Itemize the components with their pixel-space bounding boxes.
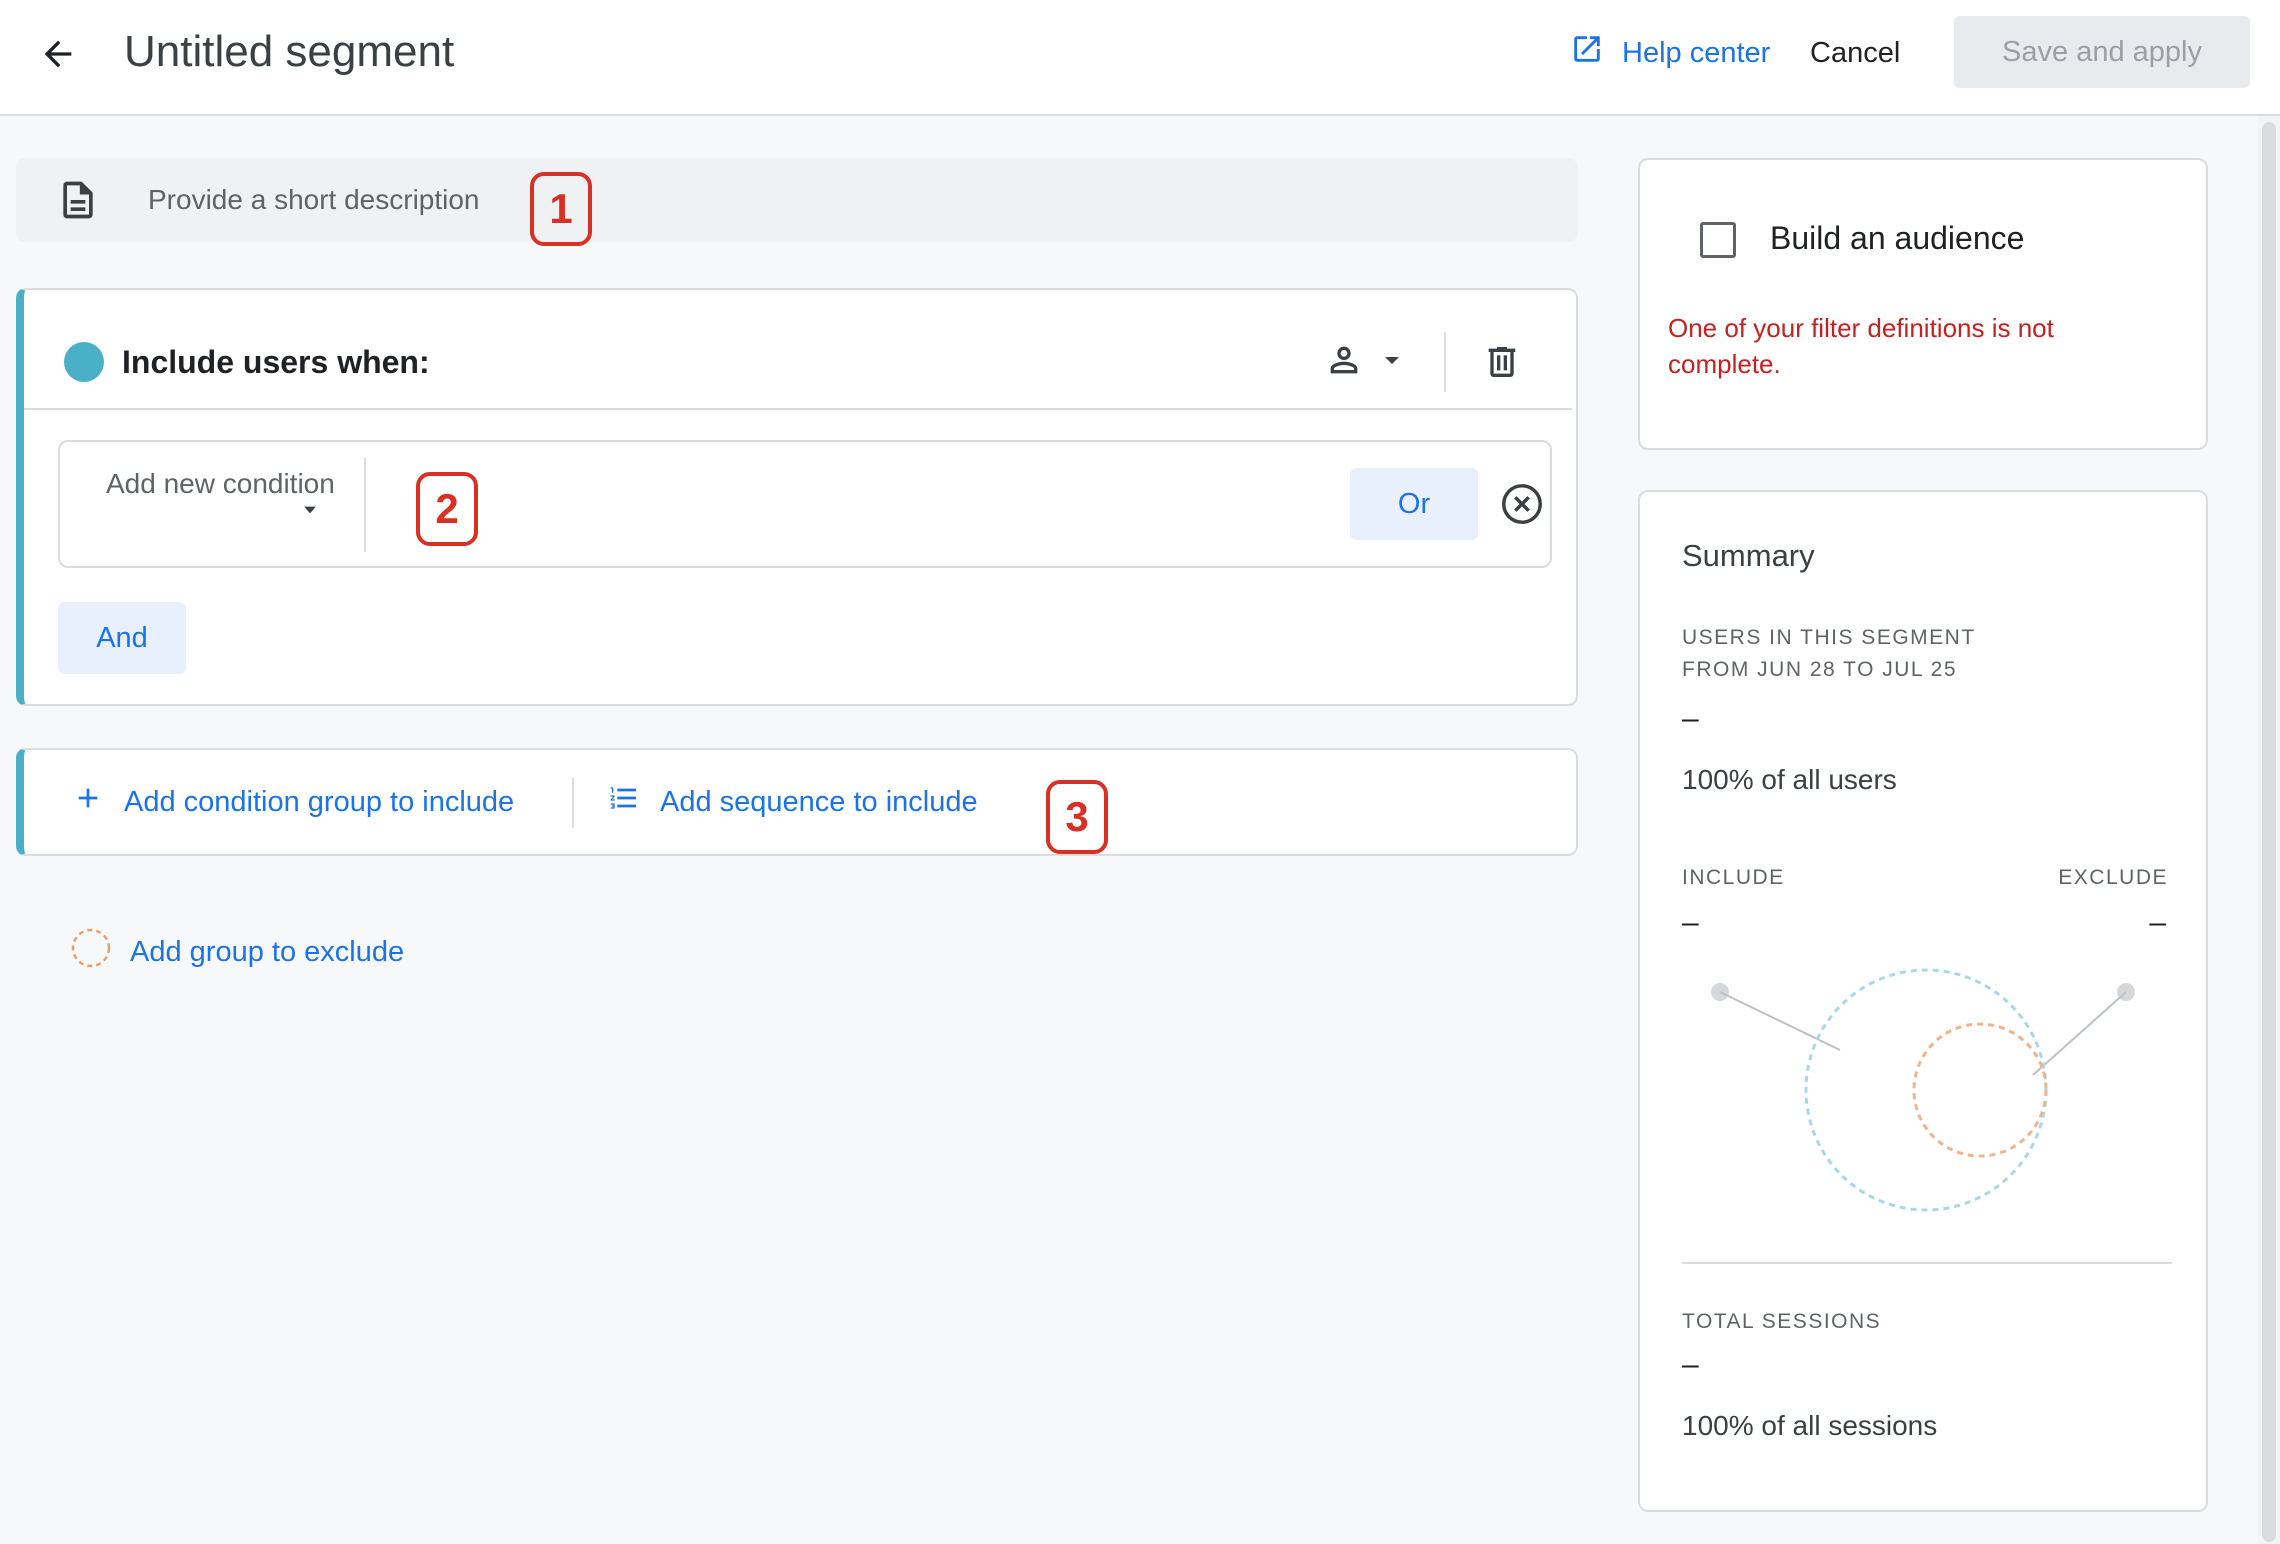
dropdown-arrow-icon: [300, 500, 320, 525]
sessions-caption: TOTAL SESSIONS: [1682, 1310, 1882, 1333]
build-audience-label: Build an audience: [1770, 220, 2025, 256]
sessions-percentage: 100% of all sessions: [1682, 1410, 1938, 1441]
include-indicator-dot: [64, 342, 104, 382]
person-icon: [1324, 340, 1364, 385]
add-sequence-label: Add sequence to include: [660, 785, 978, 818]
dashed-circle-icon: [70, 927, 112, 977]
scrollbar-thumb[interactable]: [2262, 122, 2276, 1542]
add-new-condition-dropdown[interactable]: Add new condition: [106, 464, 346, 504]
users-value: –: [1682, 702, 1699, 735]
include-connector: [1719, 991, 1841, 1051]
condition-row: Add new condition Or: [58, 440, 1552, 568]
exclude-circle: [1912, 1022, 2048, 1158]
add-sequence-button[interactable]: Add sequence to include: [608, 778, 978, 826]
cancel-button[interactable]: Cancel: [1810, 28, 1900, 78]
description-placeholder: Provide a short description: [148, 184, 480, 215]
users-caption-line1: USERS IN THIS SEGMENT: [1682, 626, 1976, 649]
build-audience-card: Build an audience One of your filter def…: [1638, 158, 2208, 450]
description-field[interactable]: Provide a short description: [16, 158, 1578, 242]
build-audience-checkbox[interactable]: [1700, 222, 1736, 258]
help-center-link[interactable]: Help center: [1570, 28, 1770, 78]
chevron-down-icon: [1380, 348, 1404, 377]
back-arrow-icon[interactable]: [28, 24, 88, 84]
add-group-divider: [572, 778, 574, 828]
scope-selector[interactable]: [1324, 336, 1404, 388]
open-external-icon: [1570, 32, 1604, 74]
document-icon: [56, 178, 100, 227]
header-divider: [1444, 332, 1446, 392]
help-center-label: Help center: [1622, 36, 1771, 69]
exclude-label: EXCLUDE: [2058, 866, 2168, 889]
save-and-apply-button[interactable]: Save and apply: [1954, 16, 2250, 88]
include-group-title: Include users when:: [122, 344, 430, 380]
exclude-connector: [2032, 991, 2127, 1076]
condition-divider: [364, 458, 366, 552]
users-caption-line2: FROM JUN 28 TO JUL 25: [1682, 658, 1958, 681]
add-condition-group-button[interactable]: Add condition group to include: [72, 778, 514, 826]
venn-diagram: [1711, 968, 2135, 1212]
divider: [24, 408, 1572, 410]
include-condition-group: Include users when: Add new condition Or…: [16, 288, 1578, 706]
list-numbered-icon: [608, 782, 640, 822]
users-percentage: 100% of all users: [1682, 764, 1897, 795]
callout-badge-3: 3: [1046, 780, 1108, 854]
page-title: Untitled segment: [124, 27, 455, 76]
add-condition-group-label: Add condition group to include: [124, 785, 515, 818]
include-label: INCLUDE: [1682, 866, 1785, 889]
summary-heading: Summary: [1682, 538, 1815, 573]
and-button[interactable]: And: [58, 602, 186, 674]
callout-badge-1: 1: [530, 172, 592, 246]
summary-card: Summary USERS IN THIS SEGMENT FROM JUN 2…: [1638, 490, 2208, 1512]
remove-condition-icon[interactable]: [1498, 480, 1546, 528]
callout-badge-2: 2: [416, 472, 478, 546]
sessions-value: –: [1682, 1348, 1699, 1381]
top-bar: Untitled segment Help center Cancel Save…: [0, 0, 2280, 116]
or-button[interactable]: Or: [1350, 468, 1478, 540]
add-group-to-exclude-button[interactable]: Add group to exclude: [70, 928, 404, 976]
filter-error-message: One of your filter definitions is not co…: [1668, 313, 2054, 379]
add-group-bar: Add condition group to include Add seque…: [16, 748, 1578, 856]
add-exclude-label: Add group to exclude: [130, 935, 405, 968]
trash-icon[interactable]: [1476, 336, 1528, 388]
summary-divider: [1682, 1262, 2172, 1264]
include-circle: [1804, 968, 2048, 1212]
plus-icon: [72, 782, 104, 822]
